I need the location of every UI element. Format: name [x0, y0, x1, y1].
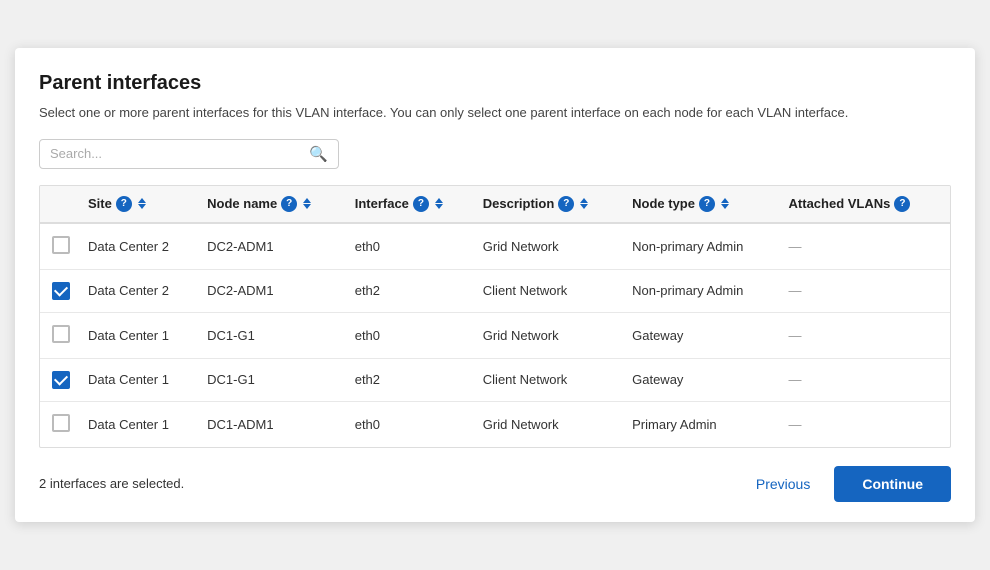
description-help-icon[interactable]: ?	[558, 196, 574, 212]
description-sort[interactable]	[580, 198, 588, 209]
row-4-description: Grid Network	[475, 401, 624, 447]
row-0-checkbox[interactable]	[52, 236, 70, 254]
row-2-checkbox[interactable]	[52, 325, 70, 343]
row-4-checkbox[interactable]	[52, 414, 70, 432]
interfaces-table-wrapper: Site ? Node name ?	[39, 185, 951, 448]
row-2-checkbox-cell[interactable]	[40, 312, 80, 358]
row-0-interface: eth0	[347, 223, 475, 270]
table-row: Data Center 2DC2-ADM1eth0Grid NetworkNon…	[40, 223, 950, 270]
attached-vlans-help-icon[interactable]: ?	[894, 196, 910, 212]
site-help-icon[interactable]: ?	[116, 196, 132, 212]
row-2-site: Data Center 1	[80, 312, 199, 358]
row-4-node_type: Primary Admin	[624, 401, 780, 447]
row-0-description: Grid Network	[475, 223, 624, 270]
row-3-site: Data Center 1	[80, 358, 199, 401]
continue-button[interactable]: Continue	[834, 466, 951, 502]
table-scroll-area[interactable]: Site ? Node name ?	[40, 186, 950, 447]
table-row: Data Center 1DC1-ADM1eth0Grid NetworkPri…	[40, 401, 950, 447]
row-2-attached_vlans: —	[781, 312, 950, 358]
interfaces-table: Site ? Node name ?	[40, 186, 950, 447]
row-0-checkbox-cell[interactable]	[40, 223, 80, 270]
row-3-checkbox-cell[interactable]	[40, 358, 80, 401]
row-0-node_name: DC2-ADM1	[199, 223, 347, 270]
search-icon: 🔍	[309, 145, 328, 163]
row-4-node_name: DC1-ADM1	[199, 401, 347, 447]
row-1-site: Data Center 2	[80, 269, 199, 312]
row-2-node_name: DC1-G1	[199, 312, 347, 358]
search-bar[interactable]: 🔍	[39, 139, 339, 169]
search-input[interactable]	[50, 146, 305, 161]
node-type-sort[interactable]	[721, 198, 729, 209]
table-row: Data Center 1DC1-G1eth0Grid NetworkGatew…	[40, 312, 950, 358]
row-3-attached_vlans: —	[781, 358, 950, 401]
row-0-site: Data Center 2	[80, 223, 199, 270]
row-0-attached_vlans: —	[781, 223, 950, 270]
interface-help-icon[interactable]: ?	[413, 196, 429, 212]
row-1-description: Client Network	[475, 269, 624, 312]
node-name-sort[interactable]	[303, 198, 311, 209]
row-1-node_name: DC2-ADM1	[199, 269, 347, 312]
row-3-checkbox[interactable]	[52, 371, 70, 389]
col-interface: Interface ?	[347, 186, 475, 223]
table-row: Data Center 2DC2-ADM1eth2Client NetworkN…	[40, 269, 950, 312]
table-row: Data Center 1DC1-G1eth2Client NetworkGat…	[40, 358, 950, 401]
node-name-help-icon[interactable]: ?	[281, 196, 297, 212]
row-4-site: Data Center 1	[80, 401, 199, 447]
row-2-description: Grid Network	[475, 312, 624, 358]
footer-actions: Previous Continue	[756, 466, 951, 502]
interface-sort[interactable]	[435, 198, 443, 209]
previous-button[interactable]: Previous	[756, 476, 810, 492]
col-checkbox	[40, 186, 80, 223]
row-3-description: Client Network	[475, 358, 624, 401]
selection-status: 2 interfaces are selected.	[39, 476, 184, 491]
modal-title: Parent interfaces	[39, 72, 951, 95]
row-3-node_name: DC1-G1	[199, 358, 347, 401]
col-node-name: Node name ?	[199, 186, 347, 223]
row-0-node_type: Non-primary Admin	[624, 223, 780, 270]
row-2-node_type: Gateway	[624, 312, 780, 358]
row-1-checkbox[interactable]	[52, 282, 70, 300]
col-attached-vlans: Attached VLANs ?	[781, 186, 950, 223]
site-sort[interactable]	[138, 198, 146, 209]
modal-description: Select one or more parent interfaces for…	[39, 103, 951, 123]
row-1-node_type: Non-primary Admin	[624, 269, 780, 312]
parent-interfaces-modal: Parent interfaces Select one or more par…	[15, 48, 975, 522]
col-description: Description ?	[475, 186, 624, 223]
row-4-attached_vlans: —	[781, 401, 950, 447]
col-node-type: Node type ?	[624, 186, 780, 223]
row-3-interface: eth2	[347, 358, 475, 401]
row-1-checkbox-cell[interactable]	[40, 269, 80, 312]
row-4-interface: eth0	[347, 401, 475, 447]
node-type-help-icon[interactable]: ?	[699, 196, 715, 212]
row-2-interface: eth0	[347, 312, 475, 358]
row-4-checkbox-cell[interactable]	[40, 401, 80, 447]
row-3-node_type: Gateway	[624, 358, 780, 401]
row-1-attached_vlans: —	[781, 269, 950, 312]
footer: 2 interfaces are selected. Previous Cont…	[39, 466, 951, 502]
col-site: Site ?	[80, 186, 199, 223]
row-1-interface: eth2	[347, 269, 475, 312]
